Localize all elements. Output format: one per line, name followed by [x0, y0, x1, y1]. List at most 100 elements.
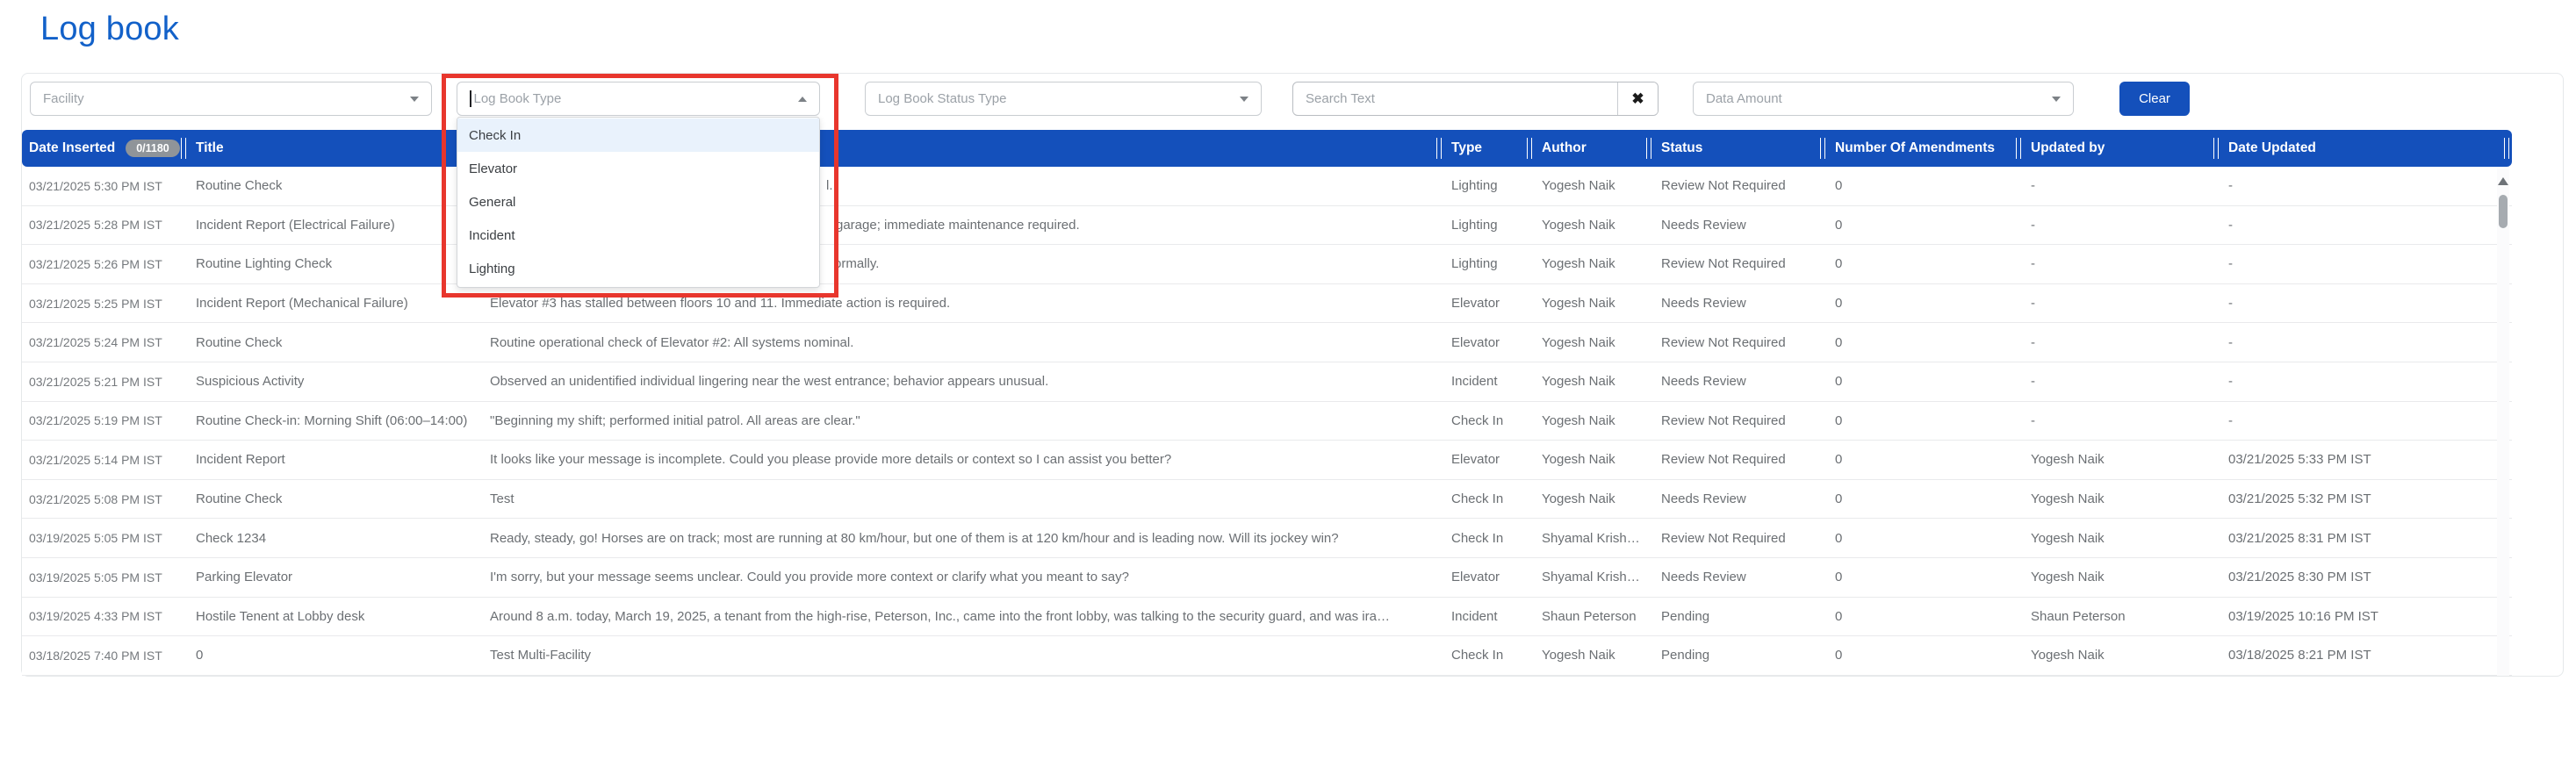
- dropdown-option-elevator[interactable]: Elevator: [457, 152, 819, 185]
- table-row[interactable]: 03/21/2025 5:26 PM ISTRoutine Lighting C…: [22, 245, 2512, 284]
- cell-author: Yogesh Naik: [1535, 284, 1654, 323]
- cell-date-updated: -: [2221, 245, 2512, 283]
- scrollbar-thumb[interactable]: [2499, 195, 2508, 228]
- search-group: ✖: [1292, 82, 1659, 116]
- data-amount-select[interactable]: Data Amount: [1693, 82, 2074, 116]
- cell-type: Elevator: [1444, 441, 1535, 479]
- cell-status: Needs Review: [1654, 284, 1828, 323]
- cell-number-of-amendments: 0: [1828, 598, 2024, 636]
- cell-updated-by: Shaun Peterson: [2024, 598, 2221, 636]
- cell-type: Lighting: [1444, 167, 1535, 205]
- cell-updated-by: Yogesh Naik: [2024, 519, 2221, 557]
- table-row[interactable]: 03/21/2025 5:19 PM ISTRoutine Check-in: …: [22, 402, 2512, 441]
- clear-search-button[interactable]: ✖: [1617, 82, 1658, 115]
- cell-title: Routine Check-in: Morning Shift (06:00–1…: [189, 402, 483, 441]
- column-header-title[interactable]: Title: [189, 130, 483, 167]
- cell-date-updated: 03/21/2025 8:30 PM IST: [2221, 558, 2512, 597]
- cell-author: Yogesh Naik: [1535, 245, 1654, 283]
- cell-description: Observed an unidentified individual ling…: [483, 362, 1444, 401]
- search-input[interactable]: [1293, 82, 1617, 115]
- cell-author: Yogesh Naik: [1535, 167, 1654, 205]
- facility-select[interactable]: Facility: [30, 82, 432, 116]
- cell-type: Elevator: [1444, 558, 1535, 597]
- dropdown-option-general[interactable]: General: [457, 185, 819, 219]
- table-row[interactable]: 03/18/2025 7:40 PM IST0Test Multi-Facili…: [22, 636, 2512, 676]
- cell-author: Yogesh Naik: [1535, 206, 1654, 245]
- table-row[interactable]: 03/21/2025 5:25 PM ISTIncident Report (M…: [22, 284, 2512, 324]
- scroll-up-icon[interactable]: [2498, 177, 2508, 185]
- cell-date-inserted: 03/19/2025 4:33 PM IST: [22, 598, 189, 636]
- cell-status: Pending: [1654, 636, 1828, 675]
- cell-updated-by: -: [2024, 323, 2221, 362]
- cell-title: Incident Report (Mechanical Failure): [189, 284, 483, 323]
- chevron-down-icon: [1240, 97, 1248, 102]
- clear-filters-button[interactable]: Clear: [2119, 82, 2190, 116]
- column-header-number-of-amendments[interactable]: Number Of Amendments: [1828, 130, 2024, 167]
- log-book-type-combobox[interactable]: Log Book Type: [457, 82, 820, 116]
- cell-title: Incident Report: [189, 441, 483, 479]
- cell-status: Review Not Required: [1654, 323, 1828, 362]
- cell-description: Elevator #3 has stalled between floors 1…: [483, 284, 1444, 323]
- table-row[interactable]: 03/21/2025 5:21 PM ISTSuspicious Activit…: [22, 362, 2512, 402]
- chevron-down-icon: [410, 97, 419, 102]
- cell-updated-by: Yogesh Naik: [2024, 480, 2221, 519]
- column-resize-handle[interactable]: [1820, 138, 1825, 159]
- cell-number-of-amendments: 0: [1828, 362, 2024, 401]
- table-row[interactable]: 03/21/2025 5:30 PM ISTRoutine Checkl.Lig…: [22, 167, 2512, 206]
- cell-author: Yogesh Naik: [1535, 441, 1654, 479]
- column-header-author[interactable]: Author: [1535, 130, 1654, 167]
- column-header-type[interactable]: Type: [1444, 130, 1535, 167]
- log-book-type-placeholder: Log Book Type: [474, 91, 799, 106]
- cell-description: "Beginning my shift; performed initial p…: [483, 402, 1444, 441]
- column-resize-handle[interactable]: [2213, 138, 2219, 159]
- column-resize-handle[interactable]: [2504, 138, 2509, 159]
- dropdown-option-lighting[interactable]: Lighting: [457, 252, 819, 285]
- cell-author: Yogesh Naik: [1535, 362, 1654, 401]
- cell-status: Review Not Required: [1654, 402, 1828, 441]
- table-row[interactable]: 03/21/2025 5:08 PM ISTRoutine CheckTestC…: [22, 480, 2512, 520]
- table-row[interactable]: 03/19/2025 5:05 PM ISTCheck 1234Ready, s…: [22, 519, 2512, 558]
- vertical-scrollbar[interactable]: [2497, 168, 2509, 676]
- cell-title: Routine Lighting Check: [189, 245, 483, 283]
- cell-description: Test: [483, 480, 1444, 519]
- facility-placeholder: Facility: [43, 91, 410, 106]
- cell-author: Yogesh Naik: [1535, 480, 1654, 519]
- column-header-date-inserted[interactable]: Date Inserted 0/1180: [22, 130, 189, 167]
- cell-status: Review Not Required: [1654, 245, 1828, 283]
- column-resize-handle[interactable]: [181, 138, 186, 159]
- column-header-updated-by[interactable]: Updated by: [2024, 130, 2221, 167]
- dropdown-option-check-in[interactable]: Check In: [457, 118, 819, 152]
- column-resize-handle[interactable]: [1646, 138, 1651, 159]
- cell-description: Ready, steady, go! Horses are on track; …: [483, 519, 1444, 557]
- cell-date-inserted: 03/19/2025 5:05 PM IST: [22, 519, 189, 557]
- cell-number-of-amendments: 0: [1828, 402, 2024, 441]
- cell-number-of-amendments: 0: [1828, 441, 2024, 479]
- cell-date-inserted: 03/21/2025 5:30 PM IST: [22, 167, 189, 205]
- column-resize-handle[interactable]: [2016, 138, 2021, 159]
- cell-number-of-amendments: 0: [1828, 245, 2024, 283]
- cell-type: Check In: [1444, 480, 1535, 519]
- log-book-status-type-select[interactable]: Log Book Status Type: [865, 82, 1262, 116]
- column-resize-handle[interactable]: [1436, 138, 1442, 159]
- cell-status: Review Not Required: [1654, 441, 1828, 479]
- dropdown-option-incident[interactable]: Incident: [457, 219, 819, 252]
- table-row[interactable]: 03/21/2025 5:24 PM ISTRoutine CheckRouti…: [22, 323, 2512, 362]
- cell-type: Lighting: [1444, 206, 1535, 245]
- cell-author: Yogesh Naik: [1535, 323, 1654, 362]
- cell-description: I'm sorry, but your message seems unclea…: [483, 558, 1444, 597]
- table-row[interactable]: 03/19/2025 5:05 PM ISTParking ElevatorI'…: [22, 558, 2512, 598]
- cell-type: Check In: [1444, 519, 1535, 557]
- column-resize-handle[interactable]: [1527, 138, 1532, 159]
- table-row[interactable]: 03/21/2025 5:14 PM ISTIncident ReportIt …: [22, 441, 2512, 480]
- table-row[interactable]: 03/19/2025 4:33 PM ISTHostile Tenent at …: [22, 598, 2512, 637]
- cell-date-inserted: 03/21/2025 5:08 PM IST: [22, 480, 189, 519]
- cell-description: Routine operational check of Elevator #2…: [483, 323, 1444, 362]
- cell-status: Needs Review: [1654, 362, 1828, 401]
- column-header-date-updated[interactable]: Date Updated: [2221, 130, 2512, 167]
- column-header-status[interactable]: Status: [1654, 130, 1828, 167]
- table-row[interactable]: 03/21/2025 5:28 PM ISTIncident Report (E…: [22, 206, 2512, 246]
- table-header: Date Inserted 0/1180 Title Type Author S…: [22, 130, 2512, 167]
- cell-number-of-amendments: 0: [1828, 284, 2024, 323]
- cell-number-of-amendments: 0: [1828, 480, 2024, 519]
- cell-number-of-amendments: 0: [1828, 206, 2024, 245]
